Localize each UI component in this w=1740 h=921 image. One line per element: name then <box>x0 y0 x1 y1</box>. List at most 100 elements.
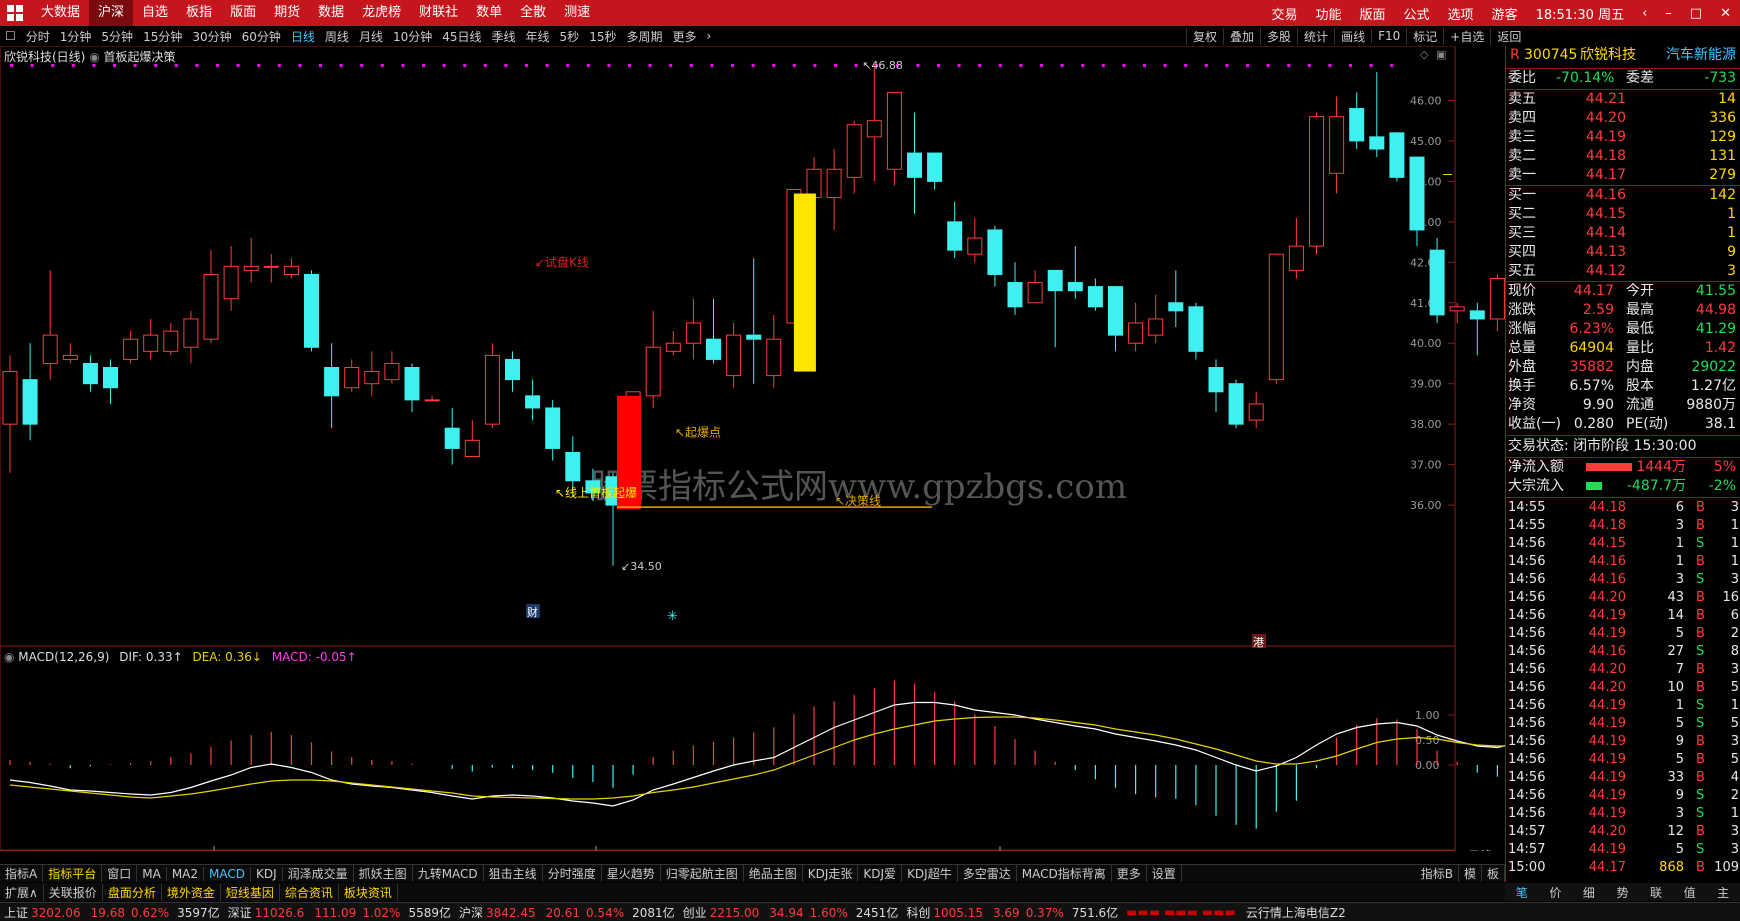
chart-tool-item-6[interactable]: 标记 <box>1406 27 1443 45</box>
ext-tab-item-1[interactable]: 关联报价 <box>44 883 103 901</box>
indicator-tab-item-2[interactable]: 窗口 <box>102 865 138 882</box>
indicator-tab-item-17[interactable]: KDJ超牛 <box>902 865 958 882</box>
indicator-tab-item-0[interactable]: 指标A <box>0 865 44 882</box>
window-icon[interactable]: ▣ <box>1436 48 1446 61</box>
period-item-9[interactable]: 10分钟 <box>388 28 437 45</box>
maximize-icon[interactable]: □ <box>1681 6 1711 21</box>
index-quote[interactable]: 创业 2215.00 34.94 1.60% 2451亿 <box>679 904 903 921</box>
top-right-item-4[interactable]: 选项 <box>1439 4 1483 23</box>
chart-tool-item-8[interactable]: 返回 <box>1490 27 1527 45</box>
indicator-tab-item-8[interactable]: 抓妖主图 <box>354 865 413 882</box>
indicator-tab-item-14[interactable]: 绝品主图 <box>744 865 803 882</box>
minimize-icon[interactable]: – <box>1656 6 1681 21</box>
period-item-0[interactable]: 分时 <box>21 28 55 45</box>
ext-tab-item-4[interactable]: 短线基因 <box>221 883 280 901</box>
menu-item-5[interactable]: 期货 <box>265 0 309 26</box>
chart-tool-item-0[interactable]: 复权 <box>1186 27 1223 45</box>
diamond-icon[interactable]: ◇ <box>1420 48 1429 61</box>
indicator-tab-item-6[interactable]: KDJ <box>251 866 283 881</box>
period-item-10[interactable]: 45日线 <box>437 28 486 45</box>
ext-tab-item-3[interactable]: 境外资金 <box>162 883 221 901</box>
chart-tool-item-1[interactable]: 叠加 <box>1223 27 1260 45</box>
chart-tool-item-2[interactable]: 多股 <box>1260 27 1297 45</box>
panel-toggle-icon[interactable]: ☐ <box>0 29 21 43</box>
menu-item-10[interactable]: 全散 <box>511 0 555 26</box>
chart-tool-item-3[interactable]: 统计 <box>1297 27 1334 45</box>
ext-tab-item-6[interactable]: 板块资讯 <box>339 883 398 901</box>
menu-item-4[interactable]: 版面 <box>221 0 265 26</box>
macd-settings-icon[interactable]: ◉ <box>4 650 18 664</box>
menu-item-0[interactable]: 大数据 <box>32 0 89 26</box>
app-grid-icon[interactable] <box>4 2 26 24</box>
quote-tab-item-1[interactable]: 价 <box>1549 884 1561 901</box>
indicator-right-tab-item-0[interactable]: 指标B <box>1416 865 1459 882</box>
period-item-11[interactable]: 季线 <box>487 28 521 45</box>
top-right-item-3[interactable]: 公式 <box>1395 4 1439 23</box>
indicator-tab-item-21[interactable]: 设置 <box>1147 865 1182 882</box>
indicator-tab-item-10[interactable]: 狙击主线 <box>484 865 543 882</box>
top-right-item-0[interactable]: 交易 <box>1262 4 1306 23</box>
menu-item-11[interactable]: 测速 <box>555 0 599 26</box>
index-quote[interactable]: 上证 3202.06 19.68 0.62% 3597亿 <box>0 904 224 921</box>
indicator-tab-item-16[interactable]: KDJ爱 <box>858 865 903 882</box>
quote-tab-item-6[interactable]: 主 <box>1717 884 1729 901</box>
chart-tool-item-5[interactable]: F10 <box>1371 29 1406 43</box>
period-item-8[interactable]: 月线 <box>354 28 388 45</box>
menu-item-2[interactable]: 自选 <box>133 0 177 26</box>
indicator-tab-item-15[interactable]: KDJ走张 <box>803 865 859 882</box>
indicator-tab-item-13[interactable]: 归零起航主图 <box>661 865 744 882</box>
period-item-4[interactable]: 30分钟 <box>187 28 236 45</box>
top-right-item-1[interactable]: 功能 <box>1306 4 1350 23</box>
menu-item-8[interactable]: 财联社 <box>410 0 467 26</box>
formula-icon[interactable]: ◉ <box>89 50 103 64</box>
indicator-tab-item-11[interactable]: 分时强度 <box>543 865 602 882</box>
quote-tab-item-4[interactable]: 联 <box>1650 884 1662 901</box>
indicator-tab-item-19[interactable]: MACD指标背离 <box>1017 865 1112 882</box>
period-item-7[interactable]: 周线 <box>320 28 354 45</box>
quote-tab-item-2[interactable]: 细 <box>1583 884 1595 901</box>
indicator-tab-item-20[interactable]: 更多 <box>1112 865 1147 882</box>
index-quote[interactable]: 科创 1005.15 3.69 0.37% 751.6亿 <box>902 904 1122 921</box>
ext-tab-item-5[interactable]: 综合资讯 <box>280 883 339 901</box>
kline-chart[interactable]: 46.00 45.00 44.00 43.00 42.00 41.00 40.00 39.00… <box>0 46 1505 851</box>
index-quote[interactable]: 沪深 3842.45 20.61 0.54% 2081亿 <box>455 904 679 921</box>
menu-item-9[interactable]: 数单 <box>467 0 511 26</box>
period-item-12[interactable]: 年线 <box>521 28 555 45</box>
period-item-15[interactable]: 多周期 <box>621 28 667 45</box>
menu-item-7[interactable]: 龙虎榜 <box>353 0 410 26</box>
menu-item-1[interactable]: 沪深 <box>89 0 134 26</box>
indicator-right-tab-item-1[interactable]: 模 <box>1459 865 1482 882</box>
quote-tab-item-5[interactable]: 值 <box>1684 884 1696 901</box>
period-item-13[interactable]: 5秒 <box>555 28 585 45</box>
indicator-tab-item-12[interactable]: 星火趋势 <box>602 865 661 882</box>
indicator-tab-item-1[interactable]: 指标平台 <box>43 865 103 882</box>
indicator-tab-item-18[interactable]: 多空雷达 <box>958 865 1017 882</box>
ext-tab-item-0[interactable]: 扩展∧ <box>0 883 44 901</box>
gang-badge[interactable]: 港 <box>1253 636 1264 649</box>
indicator-tab-item-9[interactable]: 九转MACD <box>413 865 484 882</box>
indicator-right-tab-item-2[interactable]: 板 <box>1482 865 1505 882</box>
period-toggle-button[interactable]: 日线 <box>1468 849 1492 851</box>
period-item-3[interactable]: 15分钟 <box>138 28 187 45</box>
chart-tool-item-7[interactable]: +自选 <box>1443 27 1490 45</box>
period-item-14[interactable]: 15秒 <box>584 28 621 45</box>
menu-item-6[interactable]: 数据 <box>309 0 353 26</box>
quote-tab-item-0[interactable]: 笔 <box>1516 884 1528 901</box>
back-icon[interactable]: ‹ <box>1633 6 1656 21</box>
indicator-tab-item-7[interactable]: 润泽成交量 <box>283 865 354 882</box>
chart-tool-item-4[interactable]: 画线 <box>1334 27 1371 45</box>
indicator-tab-item-5[interactable]: MACD <box>204 866 251 881</box>
period-item-2[interactable]: 5分钟 <box>96 28 138 45</box>
menu-item-3[interactable]: 板指 <box>177 0 221 26</box>
server-status[interactable]: 云行情上海电信Z2 <box>1246 904 1346 921</box>
cai-badge[interactable]: 财 <box>527 605 538 619</box>
top-right-item-2[interactable]: 版面 <box>1351 4 1395 23</box>
indicator-tab-item-3[interactable]: MA <box>137 866 167 881</box>
period-item-5[interactable]: 60分钟 <box>237 28 286 45</box>
indicator-tab-item-4[interactable]: MA2 <box>167 866 205 881</box>
index-quote[interactable]: 深证 11026.6 111.09 1.02% 5589亿 <box>224 904 455 921</box>
period-item-16[interactable]: 更多 <box>667 28 701 45</box>
quote-tab-item-3[interactable]: 势 <box>1616 884 1628 901</box>
period-item-6[interactable]: 日线 <box>286 28 320 45</box>
top-right-item-5[interactable]: 游客 <box>1483 4 1527 23</box>
